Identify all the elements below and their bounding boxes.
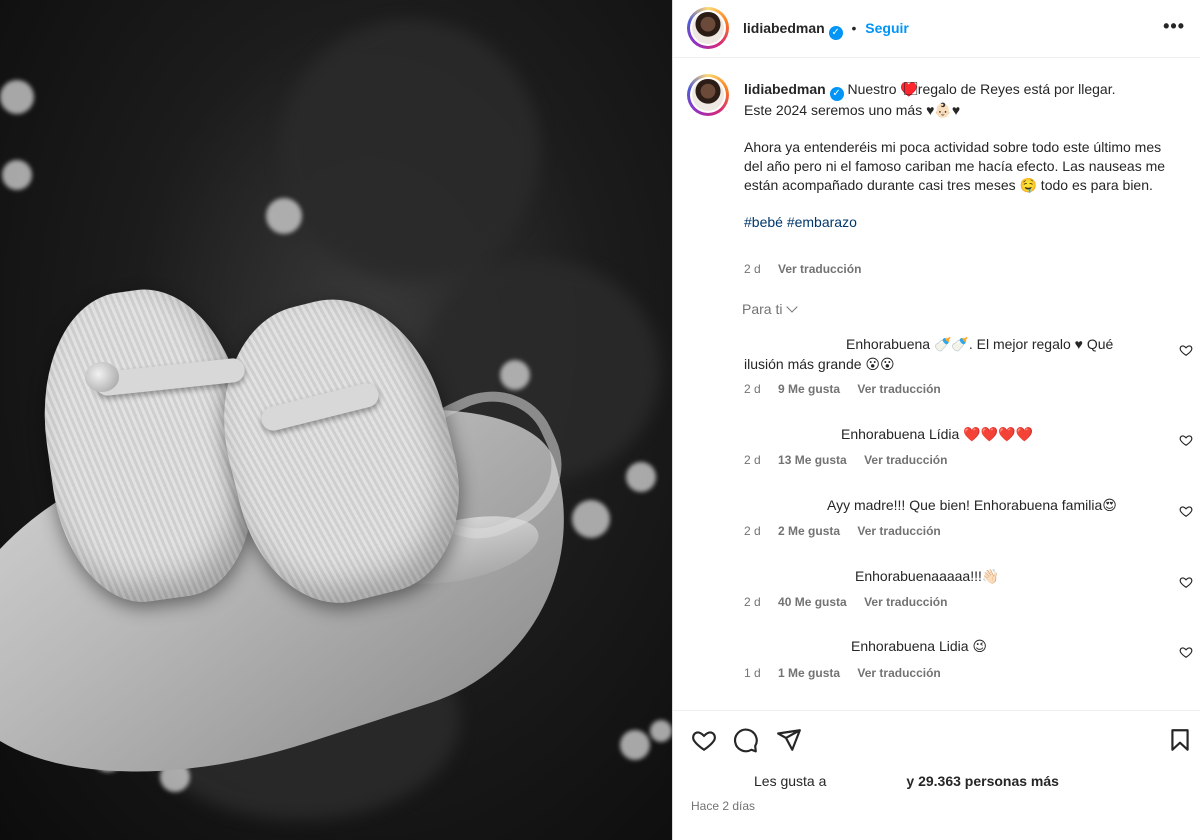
heart-icon[interactable] bbox=[1179, 645, 1193, 659]
background-foliage bbox=[280, 20, 540, 280]
comment-likes[interactable]: 13 Me gusta bbox=[778, 453, 847, 467]
hashtags[interactable]: #bebé #embarazo bbox=[744, 213, 1174, 232]
translate-link[interactable]: Ver traducción bbox=[864, 595, 947, 609]
translate-link[interactable]: Ver traducción bbox=[857, 524, 940, 538]
post-date: Hace 2 días bbox=[691, 799, 756, 813]
bokeh-light bbox=[650, 720, 672, 742]
bokeh-light bbox=[620, 730, 650, 760]
comment-meta: 2 d 13 Me gusta Ver traducción bbox=[744, 453, 947, 467]
translate-link[interactable]: Ver traducción bbox=[857, 666, 940, 680]
bootie-button bbox=[85, 362, 119, 392]
comment-time: 2 d bbox=[744, 382, 761, 396]
post-photo[interactable] bbox=[0, 0, 672, 840]
heart-icon[interactable] bbox=[1179, 575, 1193, 589]
post-header: lidiabedman ✓ • Seguir ••• bbox=[673, 0, 1200, 58]
bokeh-light bbox=[500, 360, 530, 390]
action-bar: Les gusta a y 29.363 personas más Hace 2 … bbox=[673, 710, 1200, 840]
caption-username[interactable]: lidiabedman bbox=[744, 81, 826, 97]
bookmark-icon[interactable] bbox=[1167, 727, 1193, 753]
comment-meta: 1 d 1 Me gusta Ver traducción bbox=[744, 666, 941, 680]
comment-icon[interactable] bbox=[733, 727, 759, 753]
caption-line-2: Este 2024 seremos uno más ♥👶🏻♥ bbox=[744, 102, 961, 118]
comment-time: 2 d bbox=[744, 524, 761, 538]
comment-time: 2 d bbox=[744, 595, 761, 609]
comment-meta: 2 d 2 Me gusta Ver traducción bbox=[744, 524, 941, 538]
chevron-down-icon bbox=[786, 301, 799, 313]
likes-count: y 29.363 personas más bbox=[906, 773, 1059, 789]
bokeh-light bbox=[2, 160, 32, 190]
verified-icon: ✓ bbox=[828, 26, 843, 40]
heart-icon[interactable] bbox=[1179, 433, 1193, 447]
bokeh-light bbox=[266, 198, 302, 234]
comment-likes[interactable]: 1 Me gusta bbox=[778, 666, 840, 680]
comment-meta: 2 d 40 Me gusta Ver traducción bbox=[744, 595, 947, 609]
caption-meta: 2 d Ver traducción bbox=[744, 262, 861, 276]
comment-likes[interactable]: 40 Me gusta bbox=[778, 595, 847, 609]
avatar[interactable] bbox=[687, 74, 729, 116]
bokeh-light bbox=[626, 462, 656, 492]
comment-likes[interactable]: 2 Me gusta bbox=[778, 524, 840, 538]
avatar[interactable] bbox=[687, 7, 729, 49]
heart-icon[interactable] bbox=[1179, 343, 1193, 357]
comment-meta: 2 d 9 Me gusta Ver traducción bbox=[744, 382, 941, 396]
heart-icon[interactable] bbox=[1179, 504, 1193, 518]
caption-time: 2 d bbox=[744, 262, 761, 276]
translate-link[interactable]: Ver traducción bbox=[857, 382, 940, 396]
author-username[interactable]: lidiabedman bbox=[743, 20, 825, 36]
caption-line-1: Nuestro ♥️⃞⃞regalo de Reyes está por lle… bbox=[847, 81, 1116, 97]
comments-filter-label: Para ti bbox=[742, 301, 783, 317]
verified-icon: ✓ bbox=[829, 87, 844, 101]
likes-summary[interactable]: Les gusta a y 29.363 personas más bbox=[754, 773, 1059, 789]
caption-paragraph: Ahora ya entenderéis mi poca actividad s… bbox=[744, 139, 1166, 193]
comment-time: 2 d bbox=[744, 453, 761, 467]
caption: lidiabedman ✓ Nuestro ♥️⃞⃞regalo de Reye… bbox=[744, 80, 1174, 250]
comments-filter[interactable]: Para ti bbox=[742, 301, 799, 317]
heart-icon[interactable] bbox=[691, 727, 717, 753]
post-viewer: lidiabedman ✓ • Seguir ••• lidiabedman ✓… bbox=[0, 0, 1200, 840]
post-panel: lidiabedman ✓ • Seguir ••• lidiabedman ✓… bbox=[672, 0, 1200, 840]
translate-link[interactable]: Ver traducción bbox=[778, 262, 861, 276]
comment-text: Enhorabuena Lídia ❤️❤️❤️❤️ bbox=[841, 426, 1033, 442]
comment-text: Ayy madre!!! Que bien! Enhorabuena famil… bbox=[827, 497, 1117, 513]
bokeh-light bbox=[572, 500, 610, 538]
comment-likes[interactable]: 9 Me gusta bbox=[778, 382, 840, 396]
follow-button[interactable]: Seguir bbox=[865, 20, 909, 36]
more-icon[interactable]: ••• bbox=[1163, 16, 1185, 37]
comment-text: Enhorabuena Lidia 😉 bbox=[851, 638, 988, 654]
translate-link[interactable]: Ver traducción bbox=[864, 453, 947, 467]
comment-text: Enhorabuenaaaaa!!!👋🏻 bbox=[855, 568, 1000, 584]
comment-text: Enhorabuena 🍼🍼. El mejor regalo ♥ Qué il… bbox=[744, 336, 1114, 372]
author-info: lidiabedman ✓ • Seguir bbox=[743, 20, 909, 40]
share-icon[interactable] bbox=[776, 727, 802, 753]
likes-prefix: Les gusta a bbox=[754, 773, 827, 789]
bokeh-light bbox=[0, 80, 34, 114]
comment-time: 1 d bbox=[744, 666, 761, 680]
separator: • bbox=[851, 20, 857, 36]
